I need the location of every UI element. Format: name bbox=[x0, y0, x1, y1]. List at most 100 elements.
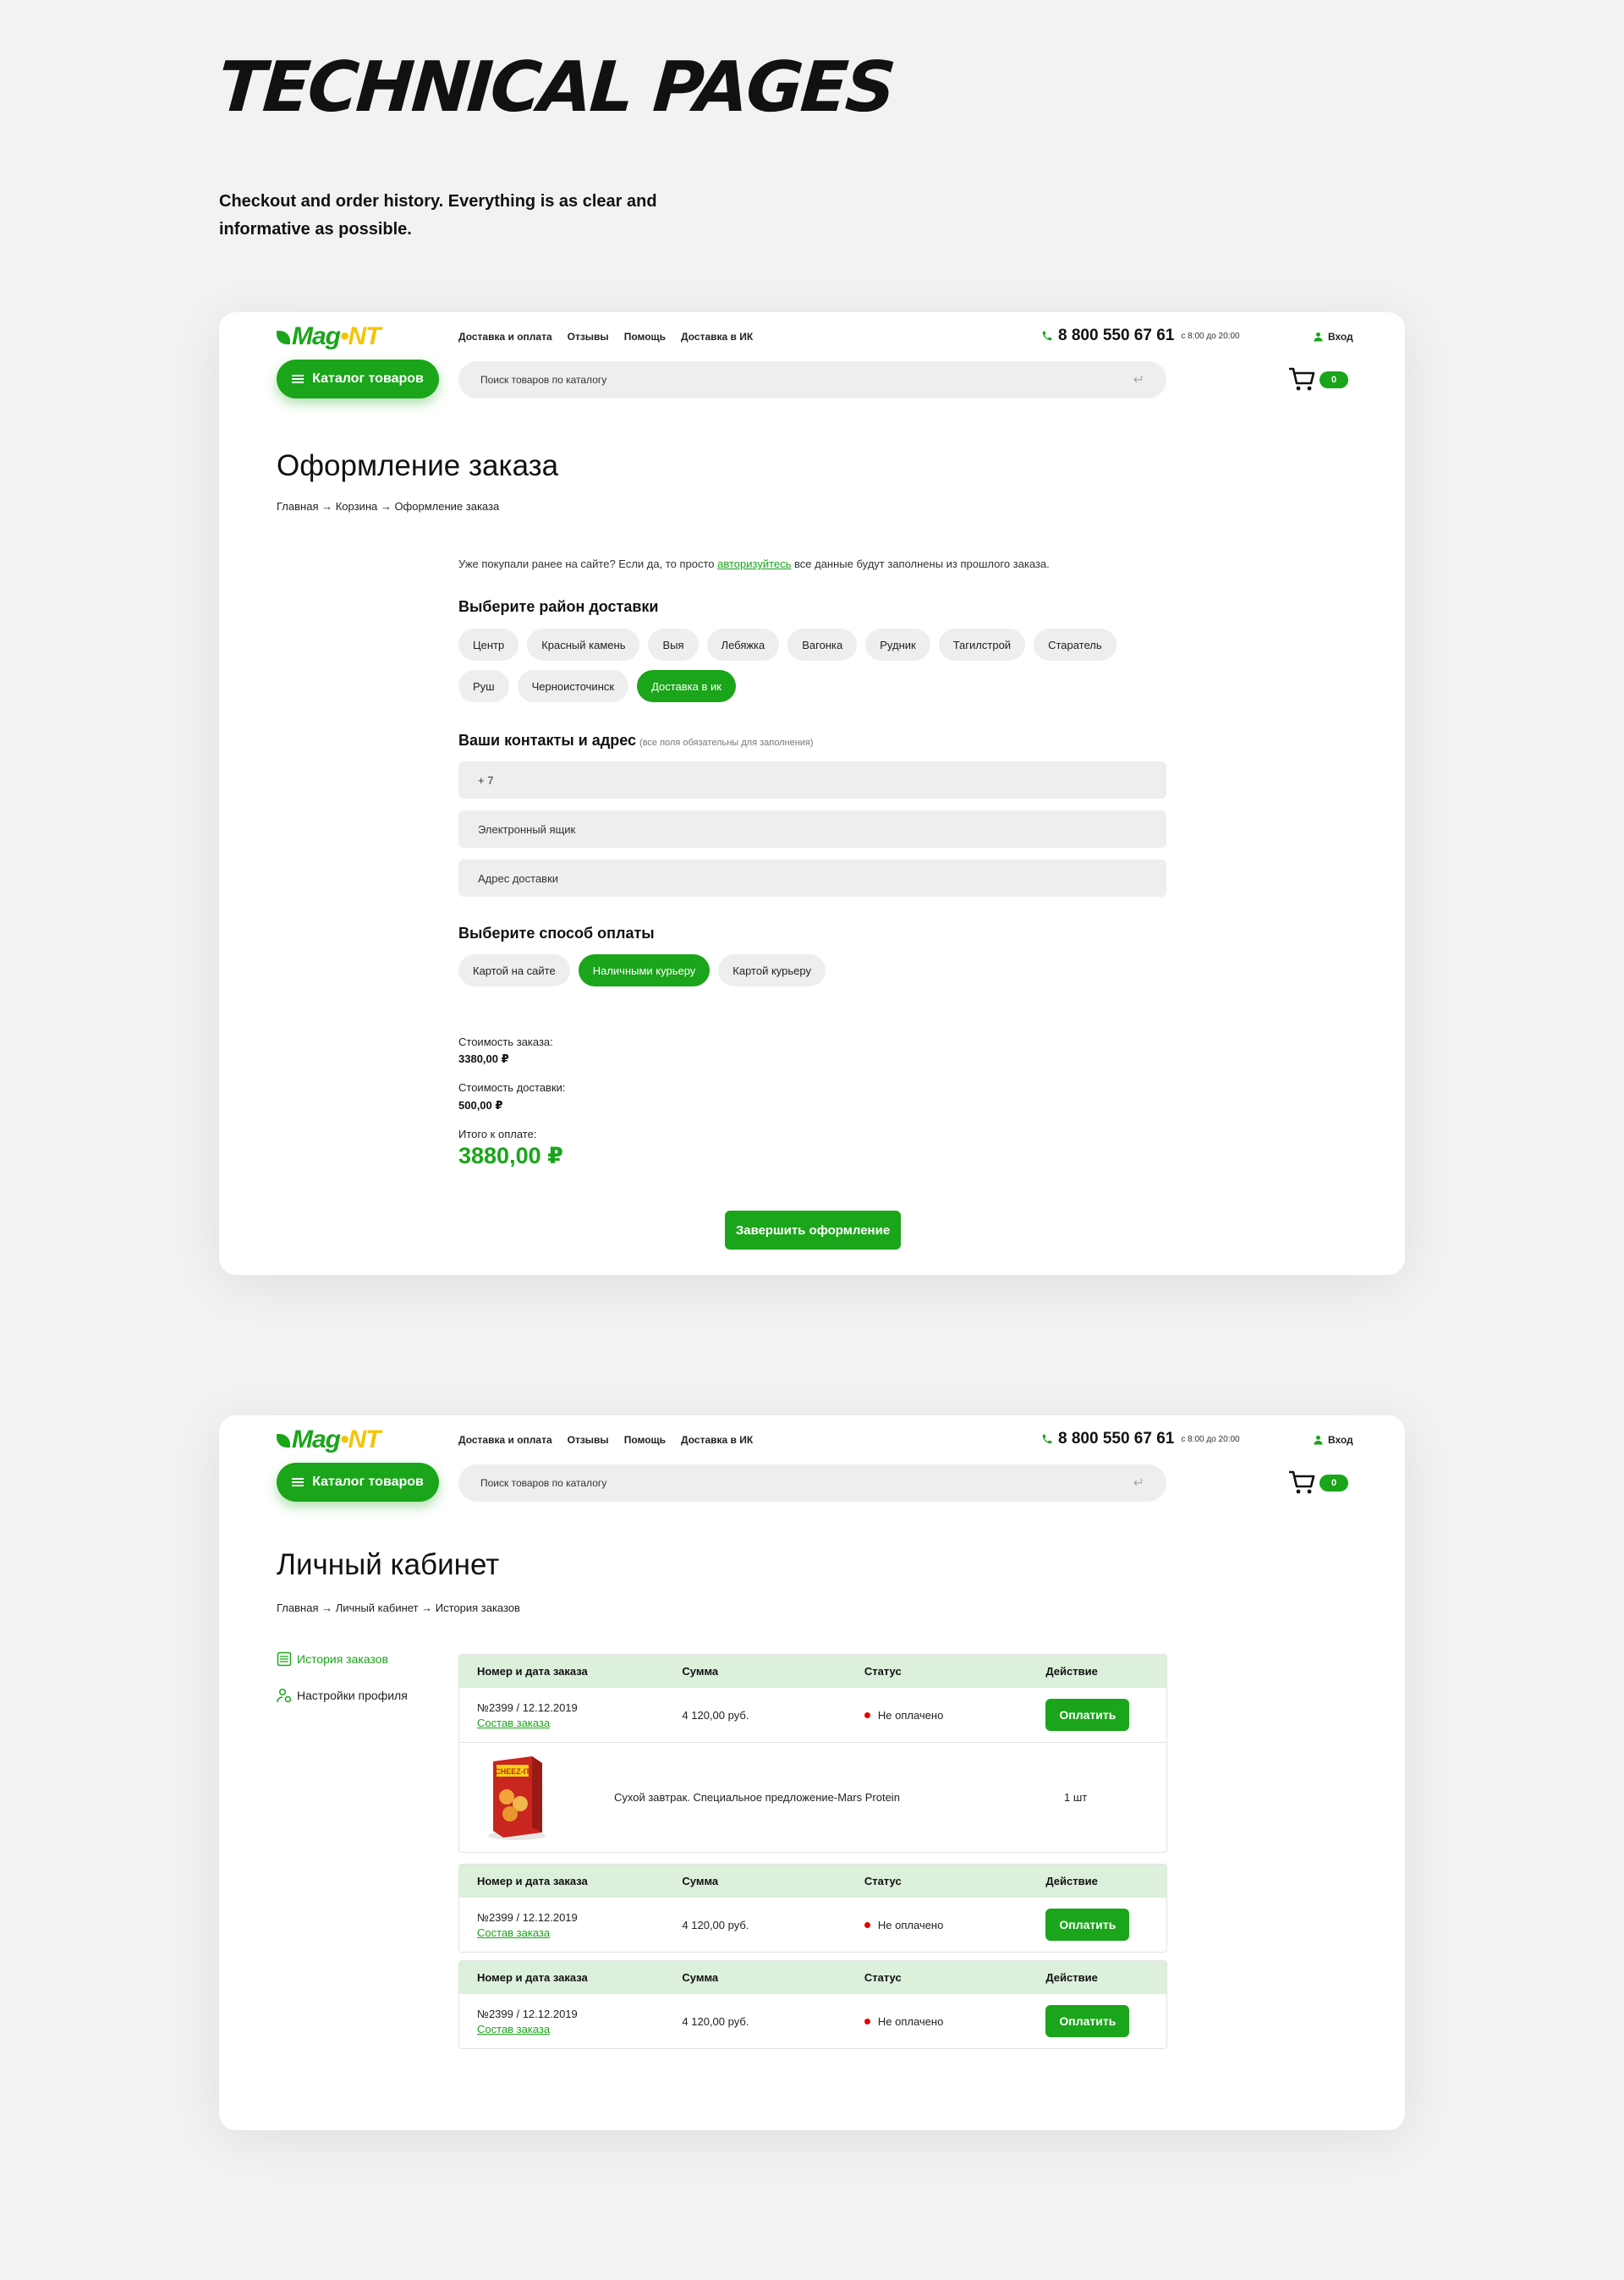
col-status: Статус bbox=[864, 1971, 902, 1984]
order-number: №2399 / 12.12.2019 bbox=[477, 1910, 578, 1924]
order-sum: 4 120,00 руб. bbox=[682, 1708, 749, 1722]
login-link[interactable]: Вход bbox=[1314, 1434, 1353, 1446]
nav-link-help[interactable]: Помощь bbox=[624, 331, 666, 343]
district-chip[interactable]: Красный камень bbox=[527, 629, 640, 661]
district-chip[interactable]: Лебяжка bbox=[706, 629, 780, 661]
cart-count-badge: 0 bbox=[1320, 371, 1348, 388]
nav-link-delivery[interactable]: Доставка и оплата bbox=[458, 1434, 552, 1446]
catalog-button[interactable]: Каталог товаров bbox=[277, 1463, 439, 1502]
col-action: Действие bbox=[1045, 1665, 1098, 1678]
user-icon bbox=[1314, 1435, 1323, 1445]
sidebar-item-history[interactable]: История заказов bbox=[277, 1651, 388, 1667]
nav-link-delivery-ik[interactable]: Доставка в ИК bbox=[681, 331, 753, 343]
district-chip[interactable]: Руш bbox=[458, 670, 509, 702]
checkout-page-card: Mag•NT Доставка и оплата Отзывы Помощь Д… bbox=[219, 312, 1405, 1275]
phone-icon bbox=[1042, 331, 1052, 341]
page-title: Оформление заказа bbox=[277, 449, 559, 482]
total-label: Итого к оплате: bbox=[458, 1128, 537, 1140]
col-sum: Сумма bbox=[682, 1971, 719, 1984]
order-sum: 4 120,00 руб. bbox=[682, 1918, 749, 1931]
order-contents-link[interactable]: Состав заказа bbox=[477, 2023, 682, 2036]
nav-link-help[interactable]: Помощь bbox=[624, 1434, 666, 1446]
district-chip[interactable]: Тагилстрой bbox=[938, 629, 1026, 661]
account-page-card: Mag•NT Доставка и оплата Отзывы Помощь Д… bbox=[219, 1415, 1405, 2130]
order-card: Номер и дата заказа Сумма Статус Действи… bbox=[458, 1654, 1167, 1853]
status-dot-icon bbox=[864, 1921, 870, 1928]
pay-button[interactable]: Оплатить bbox=[1045, 1699, 1130, 1731]
work-hours: с 8:00 до 20:00 bbox=[1181, 1434, 1240, 1444]
pay-button[interactable]: Оплатить bbox=[1045, 1909, 1130, 1941]
phone-number[interactable]: 8 800 550 67 61 bbox=[1058, 1430, 1174, 1448]
menu-icon bbox=[292, 375, 304, 383]
hero-title: TECHNICAL PAGES bbox=[215, 47, 897, 128]
status-dot-icon bbox=[864, 2018, 870, 2025]
col-order-number: Номер и дата заказа bbox=[477, 1971, 588, 1984]
logo[interactable]: Mag•NT bbox=[277, 322, 381, 351]
nav-link-delivery[interactable]: Доставка и оплата bbox=[458, 331, 552, 343]
order-contents-link[interactable]: Состав заказа bbox=[477, 1926, 682, 1939]
phone-block: 8 800 550 67 61 с 8:00 до 20:00 bbox=[1041, 1430, 1240, 1448]
table-row: №2399 / 12.12.2019 Состав заказа 4 120,00… bbox=[459, 1688, 1166, 1742]
district-chip[interactable]: Центр bbox=[458, 629, 519, 661]
phone-icon bbox=[1042, 1434, 1052, 1444]
cart-icon[interactable] bbox=[1287, 1469, 1316, 1496]
authorize-link[interactable]: авторизуйтесь bbox=[717, 558, 791, 570]
product-name[interactable]: Сухой завтрак. Специальное предложение-M… bbox=[614, 1791, 1064, 1804]
phone-field[interactable]: + 7 bbox=[458, 761, 1166, 799]
phone-number[interactable]: 8 800 550 67 61 bbox=[1058, 327, 1174, 345]
total-value: 3880,00 ₽ bbox=[458, 1143, 563, 1168]
leaf-icon bbox=[277, 1434, 290, 1448]
payment-chips: Картой на сайте Наличными курьеру Картой… bbox=[458, 954, 1169, 986]
order-card: Номер и дата заказа Сумма Статус Действи… bbox=[458, 1864, 1167, 1953]
col-order-number: Номер и дата заказа bbox=[477, 1665, 588, 1678]
product-image[interactable]: CHEEZ-IT bbox=[483, 1755, 551, 1841]
nav-link-reviews[interactable]: Отзывы bbox=[568, 331, 609, 343]
delivery-cost-value: 500,00 ₽ bbox=[458, 1099, 503, 1112]
cart-icon[interactable] bbox=[1287, 365, 1316, 393]
nav-link-delivery-ik[interactable]: Доставка в ИК bbox=[681, 1434, 753, 1446]
district-chip[interactable]: Черноисточинск bbox=[517, 670, 629, 702]
leaf-icon bbox=[277, 331, 290, 345]
col-status: Статус bbox=[864, 1875, 902, 1887]
finish-order-button[interactable]: Завершить оформление bbox=[725, 1211, 901, 1250]
sidebar-item-profile-settings[interactable]: Настройки профиля bbox=[277, 1688, 408, 1703]
history-icon bbox=[277, 1651, 292, 1667]
menu-icon bbox=[292, 1478, 304, 1486]
district-chip[interactable]: Вагонка bbox=[787, 629, 858, 661]
phone-block: 8 800 550 67 61 с 8:00 до 20:00 bbox=[1041, 327, 1240, 345]
col-status: Статус bbox=[864, 1665, 902, 1678]
address-field[interactable]: Адрес доставки bbox=[458, 860, 1166, 897]
order-contents-link[interactable]: Состав заказа bbox=[477, 1717, 682, 1729]
order-status: Не оплачено bbox=[864, 1709, 1045, 1722]
login-link[interactable]: Вход bbox=[1314, 331, 1353, 343]
email-field[interactable]: Электронный ящик bbox=[458, 810, 1166, 848]
product-brand: CHEEZ-IT bbox=[495, 1767, 530, 1776]
search-input[interactable]: Поиск товаров по каталогу ↵ bbox=[458, 1464, 1166, 1502]
payment-chip[interactable]: Картой курьеру bbox=[718, 954, 826, 986]
nav-link-reviews[interactable]: Отзывы bbox=[568, 1434, 609, 1446]
district-chip[interactable]: Рудник bbox=[865, 629, 930, 661]
district-chip[interactable]: Выя bbox=[648, 629, 699, 661]
district-chip[interactable]: Старатель bbox=[1034, 629, 1116, 661]
district-chip-selected[interactable]: Доставка в ик bbox=[637, 670, 736, 702]
contacts-note: (все поля обязательны для заполнения) bbox=[639, 738, 814, 748]
pay-button[interactable]: Оплатить bbox=[1045, 2005, 1130, 2037]
work-hours: с 8:00 до 20:00 bbox=[1181, 331, 1240, 341]
search-input[interactable]: Поиск товаров по каталогу ↵ bbox=[458, 361, 1166, 398]
order-table-header: Номер и дата заказа Сумма Статус Действи… bbox=[459, 1961, 1166, 1994]
col-order-number: Номер и дата заказа bbox=[477, 1875, 588, 1887]
order-number: №2399 / 12.12.2019 bbox=[477, 1700, 578, 1714]
catalog-button[interactable]: Каталог товаров bbox=[277, 360, 439, 398]
col-action: Действие bbox=[1045, 1971, 1098, 1984]
payment-chip-selected[interactable]: Наличными курьеру bbox=[578, 954, 710, 986]
order-cost-value: 3380,00 ₽ bbox=[458, 1052, 509, 1065]
breadcrumb: Главная → Корзина → Оформление заказа bbox=[277, 500, 500, 513]
top-nav: Доставка и оплата Отзывы Помощь Доставка… bbox=[458, 331, 753, 343]
payment-chip[interactable]: Картой на сайте bbox=[458, 954, 570, 986]
profile-settings-icon bbox=[277, 1688, 292, 1703]
order-table-header: Номер и дата заказа Сумма Статус Действи… bbox=[459, 1865, 1166, 1898]
order-card: Номер и дата заказа Сумма Статус Действи… bbox=[458, 1960, 1167, 2049]
page-title: Личный кабинет bbox=[277, 1548, 500, 1581]
contacts-title: Ваши контакты и адрес (все поля обязатель… bbox=[458, 732, 814, 749]
logo[interactable]: Mag•NT bbox=[277, 1426, 381, 1454]
